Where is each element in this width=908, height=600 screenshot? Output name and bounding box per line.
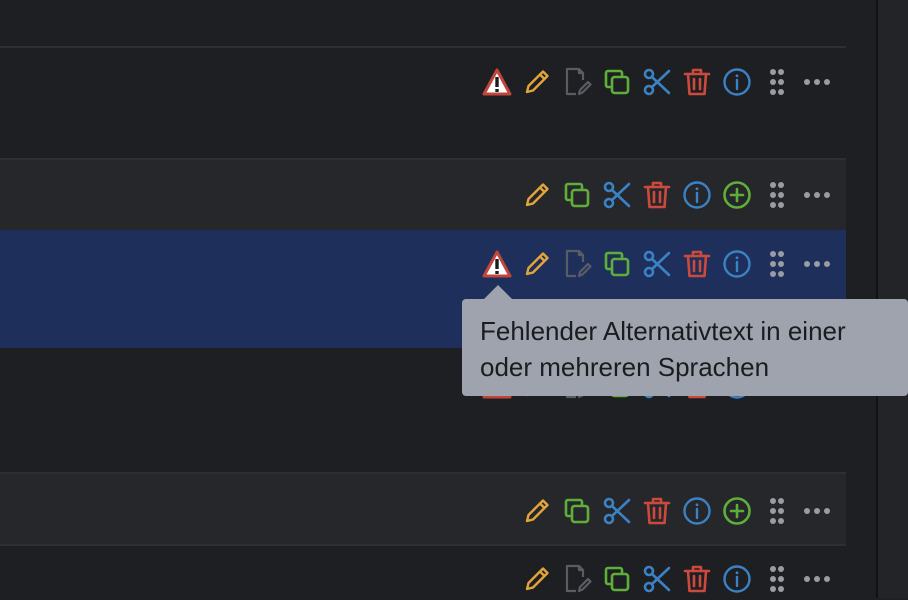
scissors-icon[interactable] [637,564,677,594]
list-item[interactable] [0,158,846,230]
document-edit-icon [557,249,597,279]
row-actions [477,249,837,279]
pencil-icon[interactable] [517,67,557,97]
trash-icon[interactable] [677,249,717,279]
trash-icon[interactable] [677,67,717,97]
copy-icon[interactable] [597,564,637,594]
row-actions [477,67,837,97]
more-icon[interactable] [797,67,837,97]
copy-icon[interactable] [557,180,597,210]
more-icon[interactable] [797,180,837,210]
row-actions [517,496,837,526]
plus-circle-icon[interactable] [717,180,757,210]
info-icon[interactable] [717,67,757,97]
document-edit-icon [557,67,597,97]
pencil-icon[interactable] [517,564,557,594]
copy-icon[interactable] [597,249,637,279]
drag-handle-icon[interactable] [757,564,797,594]
warning-icon[interactable] [477,249,517,279]
copy-icon[interactable] [597,67,637,97]
tooltip-text-line1: Fehlender Alternativtext in einer [480,316,846,346]
list-item[interactable] [0,544,846,600]
tooltip-text-line2: oder mehreren Sprachen [480,352,770,382]
list-item[interactable] [0,0,846,46]
row-actions [517,180,837,210]
trash-icon[interactable] [637,180,677,210]
document-edit-icon [557,564,597,594]
trash-icon[interactable] [637,496,677,526]
drag-handle-icon[interactable] [757,67,797,97]
pencil-icon[interactable] [517,496,557,526]
more-icon[interactable] [797,564,837,594]
info-icon[interactable] [677,180,717,210]
warning-icon[interactable] [477,67,517,97]
drag-handle-icon[interactable] [757,249,797,279]
tooltip-arrow [484,285,512,299]
info-icon[interactable] [677,496,717,526]
row-actions [517,564,837,594]
info-icon[interactable] [717,249,757,279]
pencil-icon[interactable] [517,180,557,210]
list-item[interactable] [0,46,846,160]
drag-handle-icon[interactable] [757,496,797,526]
more-icon[interactable] [797,496,837,526]
more-icon[interactable] [797,249,837,279]
scissors-icon[interactable] [597,496,637,526]
scissors-icon[interactable] [637,67,677,97]
trash-icon[interactable] [677,564,717,594]
warning-tooltip: Fehlender Alternativtext in einer oder m… [462,299,908,396]
copy-icon[interactable] [557,496,597,526]
list-item[interactable] [0,472,846,546]
plus-circle-icon[interactable] [717,496,757,526]
scissors-icon[interactable] [597,180,637,210]
pencil-icon[interactable] [517,249,557,279]
scissors-icon[interactable] [637,249,677,279]
drag-handle-icon[interactable] [757,180,797,210]
info-icon[interactable] [717,564,757,594]
